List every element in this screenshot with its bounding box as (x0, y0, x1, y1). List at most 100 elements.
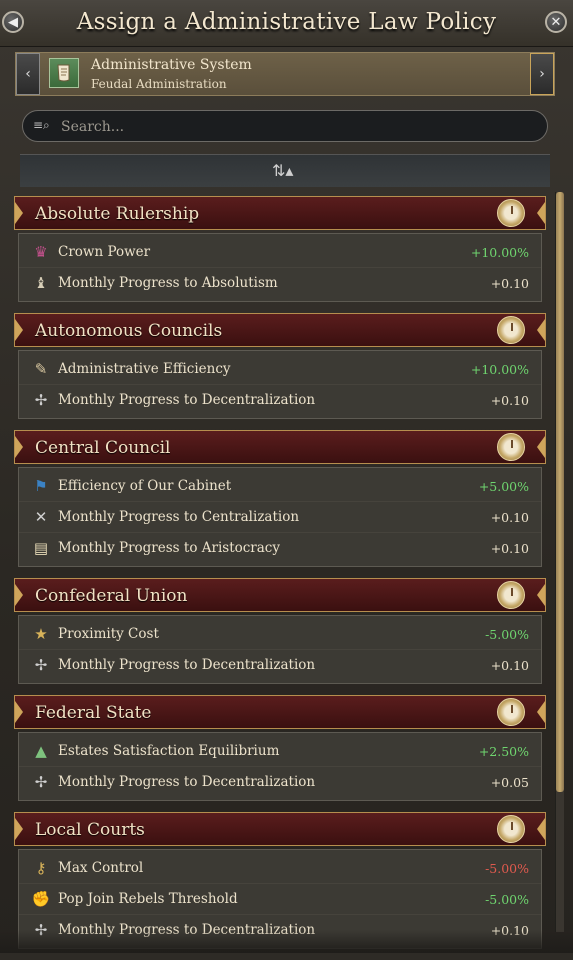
scrollbar[interactable] (555, 192, 564, 932)
effect-value: +0.10 (490, 510, 529, 525)
search-box: ≡⌕ (22, 110, 548, 142)
scroll-icon (49, 58, 79, 88)
effect-row: ⚑ Efficiency of Our Cabinet +5.00% (19, 471, 541, 501)
clock-icon (497, 199, 525, 227)
effect-value: +0.10 (490, 541, 529, 556)
cabinet-flag-icon: ⚑ (34, 477, 48, 495)
window-title: Assign a Administrative Law Policy (76, 9, 497, 35)
policy-title: Confederal Union (35, 586, 188, 606)
key-icon: ⚷ (35, 859, 47, 877)
effect-row: ▤ Monthly Progress to Aristocracy +0.10 (19, 532, 541, 563)
effect-row: ♛ Crown Power +10.00% (19, 237, 541, 267)
search-icon: ≡⌕ (33, 118, 50, 132)
scroll-icon: ✎ (34, 360, 48, 378)
centralization-icon: ✕ (34, 508, 48, 526)
effect-label: Monthly Progress to Aristocracy (58, 540, 280, 556)
effect-label: Crown Power (58, 244, 151, 260)
effect-label: Monthly Progress to Absolutism (58, 275, 278, 291)
effect-label: Proximity Cost (58, 626, 159, 642)
effect-value: +10.00% (470, 245, 529, 260)
policy-effects: ✎ Administrative Efficiency +10.00% ✢ Monthl… (18, 350, 542, 419)
effect-label: Efficiency of Our Cabinet (58, 478, 232, 494)
estates-icon: ▲ (35, 742, 47, 760)
policy-group: Confederal Union ★ Proximity Cost -5.00% ✢ Mo… (14, 578, 546, 684)
effect-label: Monthly Progress to Decentralization (58, 657, 316, 673)
crown-power-icon: ♛ (34, 243, 48, 261)
policy-header[interactable]: Local Courts (14, 812, 546, 846)
proximity-icon: ★ (34, 625, 48, 643)
policy-group: Autonomous Councils ✎ Administrative Effic… (14, 313, 546, 419)
sort-alphabetical-icon[interactable]: ⇅▴ (272, 161, 293, 180)
policy-effects: ▲ Estates Satisfaction Equilibrium +2.50% ✢… (18, 732, 542, 801)
policy-header[interactable]: Autonomous Councils (14, 313, 546, 347)
effect-label: Monthly Progress to Centralization (58, 509, 300, 525)
sort-bar: ⇅▴ (20, 154, 550, 187)
chevron-right-icon: › (539, 66, 545, 82)
effect-row: ▲ Estates Satisfaction Equilibrium +2.50% (19, 736, 541, 766)
effect-row: ✎ Administrative Efficiency +10.00% (19, 354, 541, 384)
effect-row: ⚷ Max Control -5.00% (19, 853, 541, 883)
clock-icon (497, 815, 525, 843)
policy-header[interactable]: Confederal Union (14, 578, 546, 612)
policy-title: Central Council (35, 438, 171, 458)
decentralization-icon: ✢ (34, 656, 48, 674)
rebels-icon: ✊ (31, 890, 51, 908)
current-law-name: Feudal Administration (91, 77, 227, 91)
effect-row: ✢ Monthly Progress to Decentralization +0.… (19, 384, 541, 415)
effect-value: +0.10 (490, 276, 529, 291)
clock-icon (497, 316, 525, 344)
effect-label: Monthly Progress to Decentralization (58, 392, 316, 408)
effect-value: +0.10 (490, 658, 529, 673)
effect-label: Administrative Efficiency (58, 361, 231, 377)
policy-window: ◀ Assign a Administrative Law Policy ✕ ‹… (0, 0, 573, 953)
policy-header[interactable]: Central Council (14, 430, 546, 464)
effect-value: +5.00% (478, 479, 529, 494)
chevron-left-icon: ‹ (25, 66, 31, 82)
effect-label: Pop Join Rebels Threshold (58, 891, 238, 907)
policy-effects: ★ Proximity Cost -5.00% ✢ Monthly Progress t… (18, 615, 542, 684)
policy-header[interactable]: Absolute Rulership (14, 196, 546, 230)
policy-effects: ⚑ Efficiency of Our Cabinet +5.00% ✕ Monthly… (18, 467, 542, 567)
effect-value: -5.00% (485, 861, 529, 876)
effect-row: ♝ Monthly Progress to Absolutism +0.10 (19, 267, 541, 298)
policy-title: Federal State (35, 703, 152, 723)
scrollbar-thumb[interactable] (556, 192, 564, 792)
aristocracy-icon: ▤ (33, 539, 49, 557)
policy-title: Absolute Rulership (35, 204, 200, 224)
clock-icon (497, 581, 525, 609)
effect-label: Estates Satisfaction Equilibrium (58, 743, 280, 759)
effect-value: -5.00% (485, 892, 529, 907)
window-header: ◀ Assign a Administrative Law Policy ✕ (0, 0, 573, 47)
previous-law-button[interactable]: ‹ (16, 53, 40, 95)
policy-list: Absolute Rulership ♛ Crown Power +10.00% ♝ Mo… (14, 196, 546, 960)
policy-effects: ♛ Crown Power +10.00% ♝ Monthly Progress to … (18, 233, 542, 302)
effect-label: Max Control (58, 860, 144, 876)
effect-row: ✢ Monthly Progress to Decentralization +0.… (19, 649, 541, 680)
effect-value: +0.10 (490, 393, 529, 408)
clock-icon (497, 698, 525, 726)
close-button[interactable]: ✕ (545, 11, 567, 33)
policy-header[interactable]: Federal State (14, 695, 546, 729)
effect-value: -5.00% (485, 627, 529, 642)
policy-title: Autonomous Councils (35, 321, 223, 341)
bottom-frame (0, 930, 573, 953)
effect-row: ✊ Pop Join Rebels Threshold -5.00% (19, 883, 541, 914)
law-selector: ‹ Administrative System Feudal Administr… (15, 52, 555, 96)
next-law-button[interactable]: › (530, 53, 554, 95)
policy-group: Local Courts ⚷ Max Control -5.00% ✊ Pop Join … (14, 812, 546, 949)
search-input[interactable] (59, 116, 533, 138)
effect-value: +0.05 (490, 775, 529, 790)
effect-row: ✢ Monthly Progress to Decentralization +0.… (19, 766, 541, 797)
effect-value: +10.00% (470, 362, 529, 377)
close-icon: ✕ (550, 14, 562, 30)
effect-value: +2.50% (478, 744, 529, 759)
decentralization-icon: ✢ (34, 773, 48, 791)
absolutism-icon: ♝ (34, 274, 48, 292)
decentralization-icon: ✢ (34, 391, 48, 409)
effect-row: ★ Proximity Cost -5.00% (19, 619, 541, 649)
policy-group: Federal State ▲ Estates Satisfaction Equil… (14, 695, 546, 801)
policy-title: Local Courts (35, 820, 145, 840)
policy-group: Absolute Rulership ♛ Crown Power +10.00% ♝ Mo… (14, 196, 546, 302)
clock-icon (497, 433, 525, 461)
policy-group: Central Council ⚑ Efficiency of Our Cabine… (14, 430, 546, 567)
